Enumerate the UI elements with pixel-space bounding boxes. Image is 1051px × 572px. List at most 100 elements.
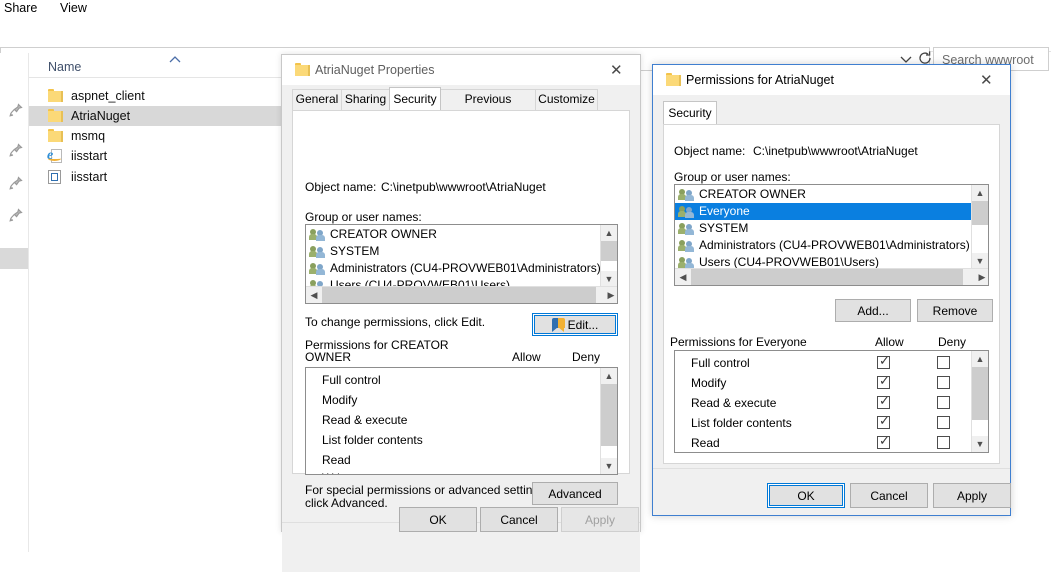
scrollbar-thumb[interactable]: [972, 367, 988, 420]
file-name: msmq: [71, 129, 106, 143]
folder-icon: [295, 63, 310, 76]
scrollbar-thumb[interactable]: [322, 287, 596, 303]
ok-button[interactable]: OK: [399, 507, 477, 532]
scroll-right-icon[interactable]: ▶: [974, 269, 988, 285]
scroll-left-icon[interactable]: ◀: [675, 269, 691, 285]
allow-checkbox[interactable]: ✓: [877, 374, 890, 389]
allow-checkbox[interactable]: ✓: [877, 394, 890, 409]
deny-checkbox[interactable]: [937, 452, 950, 453]
scrollbar-thumb[interactable]: [601, 384, 617, 446]
permission-row[interactable]: Full control ✓: [675, 353, 988, 373]
apply-button[interactable]: Apply: [933, 483, 1011, 508]
permissions-dialog-title: Permissions for AtriaNuget: [686, 73, 834, 87]
tab-customize[interactable]: Customize: [535, 89, 598, 110]
allow-checkbox[interactable]: [877, 452, 890, 453]
users-group-icon: [678, 205, 695, 218]
permissions-checkbox-list[interactable]: Full control ✓ Modify ✓ Read & execute ✓…: [674, 350, 989, 453]
scroll-up-icon[interactable]: ▲: [972, 351, 988, 367]
scroll-down-icon[interactable]: ▼: [972, 253, 988, 269]
list-item[interactable]: SYSTEM: [306, 243, 617, 260]
properties-dialog-title-bar[interactable]: AtriaNuget Properties ✕: [282, 55, 640, 85]
permission-row[interactable]: Modify ✓: [675, 373, 988, 393]
users-group-icon: [309, 262, 326, 275]
cancel-button[interactable]: Cancel: [480, 507, 558, 532]
permission-row[interactable]: Read & execute: [306, 410, 617, 430]
list-item[interactable]: iisstart: [29, 167, 284, 187]
folder-icon: [48, 109, 63, 122]
permission-row[interactable]: List folder contents ✓: [675, 413, 988, 433]
deny-checkbox[interactable]: [937, 436, 950, 449]
deny-checkbox[interactable]: [937, 376, 950, 389]
list-item[interactable]: aspnet_client: [29, 86, 284, 106]
scroll-down-icon[interactable]: ▼: [972, 436, 988, 452]
tab-security[interactable]: Security: [663, 101, 717, 124]
scroll-up-icon[interactable]: ▲: [601, 368, 617, 384]
deny-checkbox[interactable]: [937, 416, 950, 429]
permissions-list[interactable]: Full control Modify Read & execute List …: [305, 367, 618, 475]
scroll-up-icon[interactable]: ▲: [972, 185, 988, 201]
ribbon-tab-share[interactable]: Share: [4, 1, 37, 15]
list-item[interactable]: SYSTEM: [675, 220, 988, 237]
permission-row[interactable]: Read: [306, 450, 617, 470]
permissions-dialog-title-bar[interactable]: Permissions for AtriaNuget ✕: [653, 65, 1010, 95]
allow-checkbox[interactable]: ✓: [877, 414, 890, 429]
list-item[interactable]: msmq: [29, 126, 284, 146]
permission-row[interactable]: Modify: [306, 390, 617, 410]
list-item[interactable]: CREATOR OWNER: [675, 186, 988, 203]
scroll-right-icon[interactable]: ▶: [603, 287, 617, 303]
vertical-scrollbar[interactable]: ▲ ▼: [971, 351, 988, 452]
permission-row[interactable]: Full control: [306, 370, 617, 390]
advanced-hint-line2: click Advanced.: [305, 496, 388, 510]
tab-sharing[interactable]: Sharing: [341, 89, 390, 110]
close-icon[interactable]: ✕: [595, 55, 640, 85]
add-button[interactable]: Add...: [835, 299, 911, 322]
vertical-scrollbar[interactable]: ▲ ▼: [600, 368, 617, 474]
horizontal-scrollbar[interactable]: ◀ ▶: [306, 286, 617, 303]
file-name: aspnet_client: [71, 89, 145, 103]
permission-row-partial[interactable]: [675, 451, 988, 453]
deny-checkbox[interactable]: [937, 356, 950, 369]
vertical-scrollbar[interactable]: ▲ ▼: [971, 185, 988, 269]
permission-row[interactable]: List folder contents: [306, 430, 617, 450]
folder-icon: [666, 73, 681, 86]
deny-column-header: Deny: [572, 350, 601, 364]
permissions-for-atrianuget-dialog: Permissions for AtriaNuget ✕ Security Ob…: [652, 64, 1011, 516]
list-item[interactable]: e iisstart: [29, 146, 284, 166]
scroll-left-icon[interactable]: ◀: [306, 287, 322, 303]
close-icon[interactable]: ✕: [965, 65, 1010, 95]
permission-row[interactable]: Read ✓: [675, 433, 988, 452]
column-header-name[interactable]: Name: [48, 60, 81, 74]
scroll-up-icon[interactable]: ▲: [601, 225, 617, 241]
cancel-button[interactable]: Cancel: [850, 483, 928, 508]
horizontal-scrollbar[interactable]: ◀ ▶: [675, 268, 988, 285]
tab-security[interactable]: Security: [389, 87, 441, 110]
scrollbar-thumb[interactable]: [601, 241, 617, 261]
permission-row[interactable]: Read & execute ✓: [675, 393, 988, 413]
scrollbar-thumb[interactable]: [972, 201, 988, 225]
ribbon-tab-view[interactable]: View: [60, 1, 87, 15]
users-group-icon: [309, 245, 326, 258]
list-item[interactable]: CREATOR OWNER: [306, 226, 617, 243]
scroll-down-icon[interactable]: ▼: [601, 271, 617, 287]
allow-checkbox[interactable]: ✓: [877, 354, 890, 369]
advanced-button[interactable]: Advanced: [532, 482, 618, 505]
list-item[interactable]: Administrators (CU4-PROVWEB01\Administra…: [675, 237, 988, 254]
ok-button[interactable]: OK: [767, 483, 845, 508]
remove-button[interactable]: Remove: [917, 299, 993, 322]
group-or-user-names-list[interactable]: CREATOR OWNER Everyone SYSTEM Administra…: [674, 184, 989, 286]
deny-checkbox[interactable]: [937, 396, 950, 409]
list-item[interactable]: AtriaNuget: [29, 106, 284, 126]
object-name-value: C:\inetpub\wwwroot\AtriaNuget: [381, 180, 546, 194]
list-item-selected[interactable]: Everyone: [675, 203, 988, 220]
scrollbar-thumb[interactable]: [691, 269, 963, 285]
group-or-user-names-list[interactable]: CREATOR OWNER SYSTEM Administrators (CU4…: [305, 224, 618, 304]
permission-row[interactable]: Write: [306, 468, 617, 474]
edit-button[interactable]: Edit...: [532, 313, 618, 336]
list-item[interactable]: Administrators (CU4-PROVWEB01\Administra…: [306, 260, 617, 277]
edit-hint-text: To change permissions, click Edit.: [305, 315, 486, 329]
tab-general[interactable]: General: [292, 89, 342, 110]
allow-checkbox[interactable]: ✓: [877, 434, 890, 449]
scroll-down-icon[interactable]: ▼: [601, 458, 617, 474]
tab-previous-versions[interactable]: Previous Versions: [440, 89, 536, 125]
vertical-scrollbar[interactable]: ▲ ▼: [600, 225, 617, 287]
